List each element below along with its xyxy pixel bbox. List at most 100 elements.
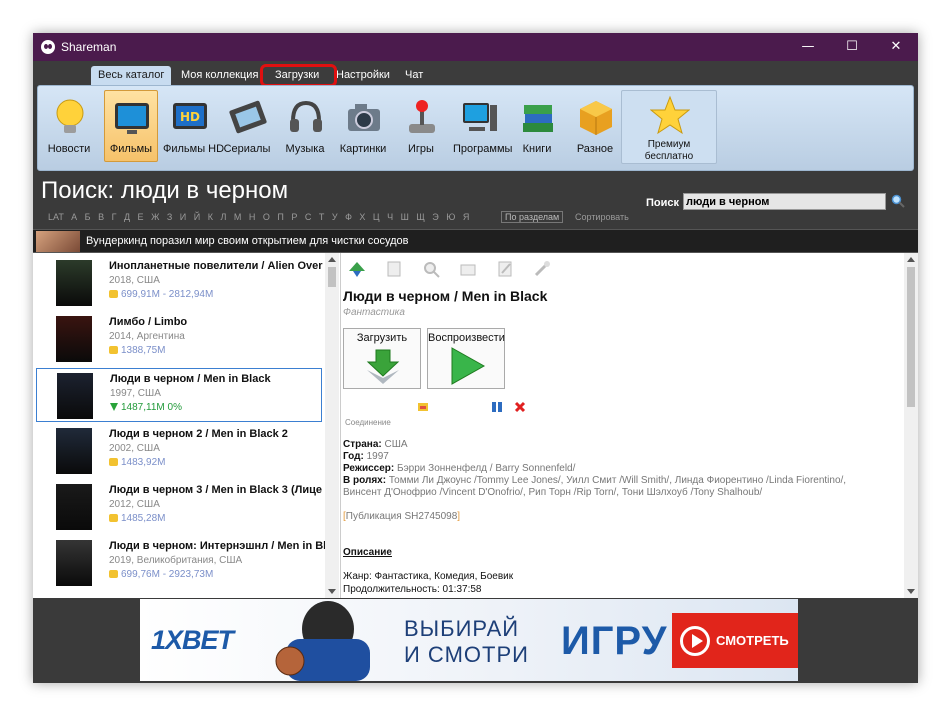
category-label: Книги (522, 143, 552, 155)
list-item[interactable]: Инопланетные повелители / Alien Over 2018… (36, 256, 323, 310)
scroll-up-arrow-icon[interactable] (328, 257, 336, 262)
movie-poster-thumbnail (56, 260, 92, 306)
publication-id[interactable]: [Публикация SH2745098] (343, 511, 460, 522)
close-button[interactable]: ✕ (874, 33, 918, 61)
detail-pane: Люди в черном / Men in Black Фантастика … (340, 253, 918, 598)
news-ticker[interactable]: Вундеркинд поразил мир своим открытием д… (33, 229, 918, 253)
title-bar[interactable]: Shareman — ☐ ✕ (33, 33, 918, 61)
detail-title: Люди в черном / Men in Black (343, 288, 548, 304)
info-year: Год: 1997 (343, 451, 389, 462)
item-title: Люди в черном 3 / Men in Black 3 (Лице (109, 484, 323, 496)
scroll-thumb[interactable] (328, 267, 336, 287)
ad-banner[interactable]: 1XBET ВЫБИРАЙ И СМОТРИ ИГРУ СМОТРЕТЬ (140, 599, 798, 681)
list-item[interactable]: Люди в черном 2 / Men in Black 2 2002, СШ… (36, 424, 322, 478)
detail-scrollbar[interactable] (904, 253, 918, 598)
scroll-up-arrow-icon[interactable] (907, 257, 915, 262)
tab-my-collection[interactable]: Моя коллекция (174, 66, 265, 85)
download-button[interactable]: Загрузить (343, 328, 421, 389)
camera-icon (348, 104, 380, 131)
copy-icon[interactable] (384, 259, 404, 279)
pause-icon[interactable] (491, 401, 503, 413)
list-item[interactable]: Лимбо / Limbo 2014, Аргентина 1388,75М (36, 312, 322, 366)
alphabet-filter[interactable]: LAT А Б В Г Д Е Ж З И Й К Л М Н О П Р С … (48, 212, 469, 222)
category-films-hd[interactable]: HD Фильмы HD (162, 90, 225, 162)
search-header: Поиск: люди в черном LAT А Б В Г Д Е Ж З… (33, 171, 918, 229)
item-title: Люди в черном: Интернэшнл / Men in Bl (109, 540, 327, 552)
folder-icon[interactable] (458, 259, 478, 279)
category-pictures[interactable]: Картинки (336, 90, 390, 162)
category-label: Фильмы HD (163, 143, 225, 155)
category-label: Картинки (339, 143, 387, 155)
scroll-thumb[interactable] (907, 267, 915, 407)
search-icon[interactable] (891, 194, 905, 208)
category-films[interactable]: Фильмы (104, 90, 158, 162)
cancel-icon[interactable] (514, 401, 526, 413)
connection-label: Соединение (345, 418, 391, 427)
joystick-icon (409, 100, 435, 133)
category-programs[interactable]: Программы (452, 90, 513, 162)
description-heading: Описание (343, 547, 392, 558)
tab-settings[interactable]: Настройки (329, 66, 397, 85)
item-size: 1485,28М (109, 513, 165, 524)
category-misc[interactable]: Разное (568, 90, 622, 162)
genre-line: Жанр: Фантастика, Комедия, Боевик (343, 571, 514, 582)
item-title: Люди в черном 2 / Men in Black 2 (109, 428, 288, 440)
premium-line1: Премиум (647, 139, 691, 150)
category-label: Музыка (285, 143, 325, 155)
play-icon (451, 347, 486, 385)
list-item[interactable]: Люди в черном / Men in Black 1997, США 148… (36, 368, 322, 422)
category-label: Новости (47, 143, 91, 155)
download-label: Загрузить (356, 332, 408, 344)
scroll-down-arrow-icon[interactable] (328, 589, 336, 594)
news-thumbnail (36, 231, 80, 252)
news-text: Вундеркинд поразил мир своим открытием д… (86, 235, 409, 247)
film-reel-icon (229, 100, 267, 134)
ad-watch-button[interactable]: СМОТРЕТЬ (672, 613, 798, 668)
category-books[interactable]: Книги (510, 90, 564, 162)
scroll-down-arrow-icon[interactable] (907, 589, 915, 594)
detail-genre: Фантастика (343, 307, 405, 318)
size-icon (109, 458, 118, 466)
hd-monitor-icon: HD (173, 103, 207, 129)
minimize-button[interactable]: — (786, 33, 830, 61)
category-label: Сериалы (223, 143, 271, 155)
ad-banner-area: 1XBET ВЫБИРАЙ И СМОТРИ ИГРУ СМОТРЕТЬ (33, 598, 918, 683)
by-sections-button[interactable]: По разделам (501, 211, 564, 223)
search-heading: Поиск: люди в черном (41, 177, 289, 204)
category-series[interactable]: Сериалы (220, 90, 274, 162)
item-size: 1487,11М 0% (110, 402, 182, 413)
download-arrow-icon (366, 349, 400, 384)
connection-icon (418, 403, 428, 411)
box-icon (580, 101, 612, 135)
list-item[interactable]: Люди в черном: Интернэшнл / Men in Bl 201… (36, 536, 326, 590)
list-item[interactable]: Люди в черном 3 / Men in Black 3 (Лице 20… (36, 480, 322, 534)
item-title: Инопланетные повелители / Alien Over (109, 260, 323, 272)
tab-full-catalog[interactable]: Весь каталог (91, 66, 172, 85)
premium-free-button[interactable]: Премиум бесплатно (621, 90, 717, 164)
edit-icon[interactable] (495, 259, 515, 279)
books-icon (523, 105, 553, 132)
play-button[interactable]: Воспроизвести (427, 328, 505, 389)
star-icon (650, 95, 690, 135)
maximize-button[interactable]: ☐ (830, 33, 874, 61)
movie-poster-thumbnail (56, 540, 92, 586)
list-scrollbar[interactable] (325, 253, 339, 598)
size-icon (109, 514, 118, 522)
movie-poster-thumbnail (56, 484, 92, 530)
category-games[interactable]: Игры (394, 90, 448, 162)
category-label: Программы (453, 143, 513, 155)
category-music[interactable]: Музыка (278, 90, 332, 162)
share-arrows-icon[interactable] (347, 259, 367, 279)
item-meta: 2014, Аргентина (109, 331, 185, 342)
tab-chat[interactable]: Чат (398, 66, 430, 85)
info-cast-continued: Винсент Д'Онофрио /Vincent D'Onofrio/, Р… (343, 487, 763, 498)
menu-tabs: Весь каталог Моя коллекция Загрузки Наст… (33, 61, 918, 85)
app-window: Shareman — ☐ ✕ Весь каталог Моя коллекци… (33, 33, 918, 683)
sort-button[interactable]: Сортировать (575, 212, 629, 222)
search-input[interactable] (683, 193, 886, 210)
size-icon (109, 346, 118, 354)
ad-line2: И СМОТРИ (404, 642, 529, 667)
category-news[interactable]: Новости (42, 90, 96, 162)
magnifier-page-icon[interactable] (421, 259, 441, 279)
tools-icon[interactable] (532, 259, 552, 279)
